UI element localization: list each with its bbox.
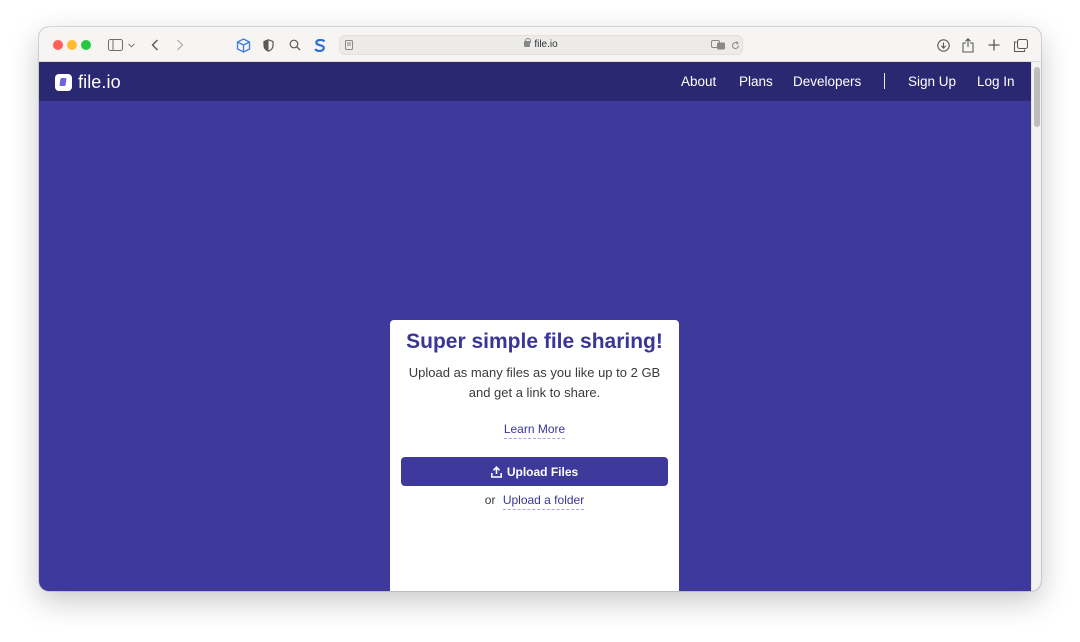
file-io-logo-icon	[55, 74, 72, 91]
share-icon[interactable]	[961, 36, 975, 54]
lock-icon	[524, 38, 532, 47]
minimize-window-button[interactable]	[67, 40, 77, 50]
upload-card: Super simple file sharing! Upload as man…	[390, 320, 679, 591]
sidebar-icon[interactable]	[107, 36, 123, 54]
learn-more-link[interactable]: Learn More	[503, 422, 566, 439]
search-icon[interactable]	[288, 36, 302, 54]
nav-plans-link[interactable]: Plans	[739, 74, 773, 89]
url-text: file.io	[340, 38, 742, 50]
upload-folder-row: or Upload a folder	[390, 493, 679, 510]
shield-icon[interactable]	[261, 36, 275, 54]
logo[interactable]: file.io	[55, 72, 121, 93]
back-icon[interactable]	[150, 36, 160, 54]
forward-icon[interactable]	[175, 36, 185, 54]
reload-icon[interactable]	[730, 38, 740, 52]
nav-about-link[interactable]: About	[681, 74, 716, 89]
card-subtitle-line1: Upload as many files as you like up to 2…	[408, 365, 661, 380]
upload-folder-link[interactable]: Upload a folder	[502, 493, 585, 510]
upload-icon	[490, 465, 502, 478]
nav-developers-link[interactable]: Developers	[793, 74, 861, 89]
translate-icon[interactable]	[710, 38, 726, 52]
s-extension-icon[interactable]	[313, 36, 327, 54]
upload-files-label: Upload Files	[506, 464, 579, 479]
download-icon[interactable]	[935, 36, 951, 54]
nav-login-link[interactable]: Log In	[977, 74, 1015, 89]
upload-files-button[interactable]: Upload Files	[401, 457, 668, 486]
url-label: file.io	[534, 39, 558, 50]
logo-text: file.io	[78, 72, 121, 92]
extension-box-icon[interactable]	[235, 36, 251, 54]
address-bar[interactable]: file.io	[339, 35, 743, 55]
scrollbar-thumb[interactable]	[1034, 67, 1040, 127]
site-header: file.io About Plans Developers Sign Up L…	[39, 62, 1031, 101]
browser-window: file.io file.io About Plans Developers S…	[39, 27, 1041, 591]
browser-toolbar: file.io	[39, 27, 1041, 62]
nav-signup-link[interactable]: Sign Up	[908, 74, 956, 89]
card-subtitle: Upload as many files as you like up to 2…	[390, 363, 679, 402]
or-text: or	[484, 493, 496, 507]
close-window-button[interactable]	[53, 40, 63, 50]
new-tab-icon[interactable]	[987, 36, 1001, 54]
card-title: Super simple file sharing!	[406, 330, 663, 353]
page-scrollbar[interactable]	[1031, 62, 1041, 591]
tabs-overview-icon[interactable]	[1013, 36, 1029, 54]
learn-more-row: Learn More	[390, 420, 679, 439]
card-subtitle-line2: and get a link to share.	[468, 384, 601, 400]
zoom-window-button[interactable]	[81, 40, 91, 50]
nav-divider	[884, 73, 885, 89]
chevron-down-icon[interactable]	[127, 36, 135, 54]
